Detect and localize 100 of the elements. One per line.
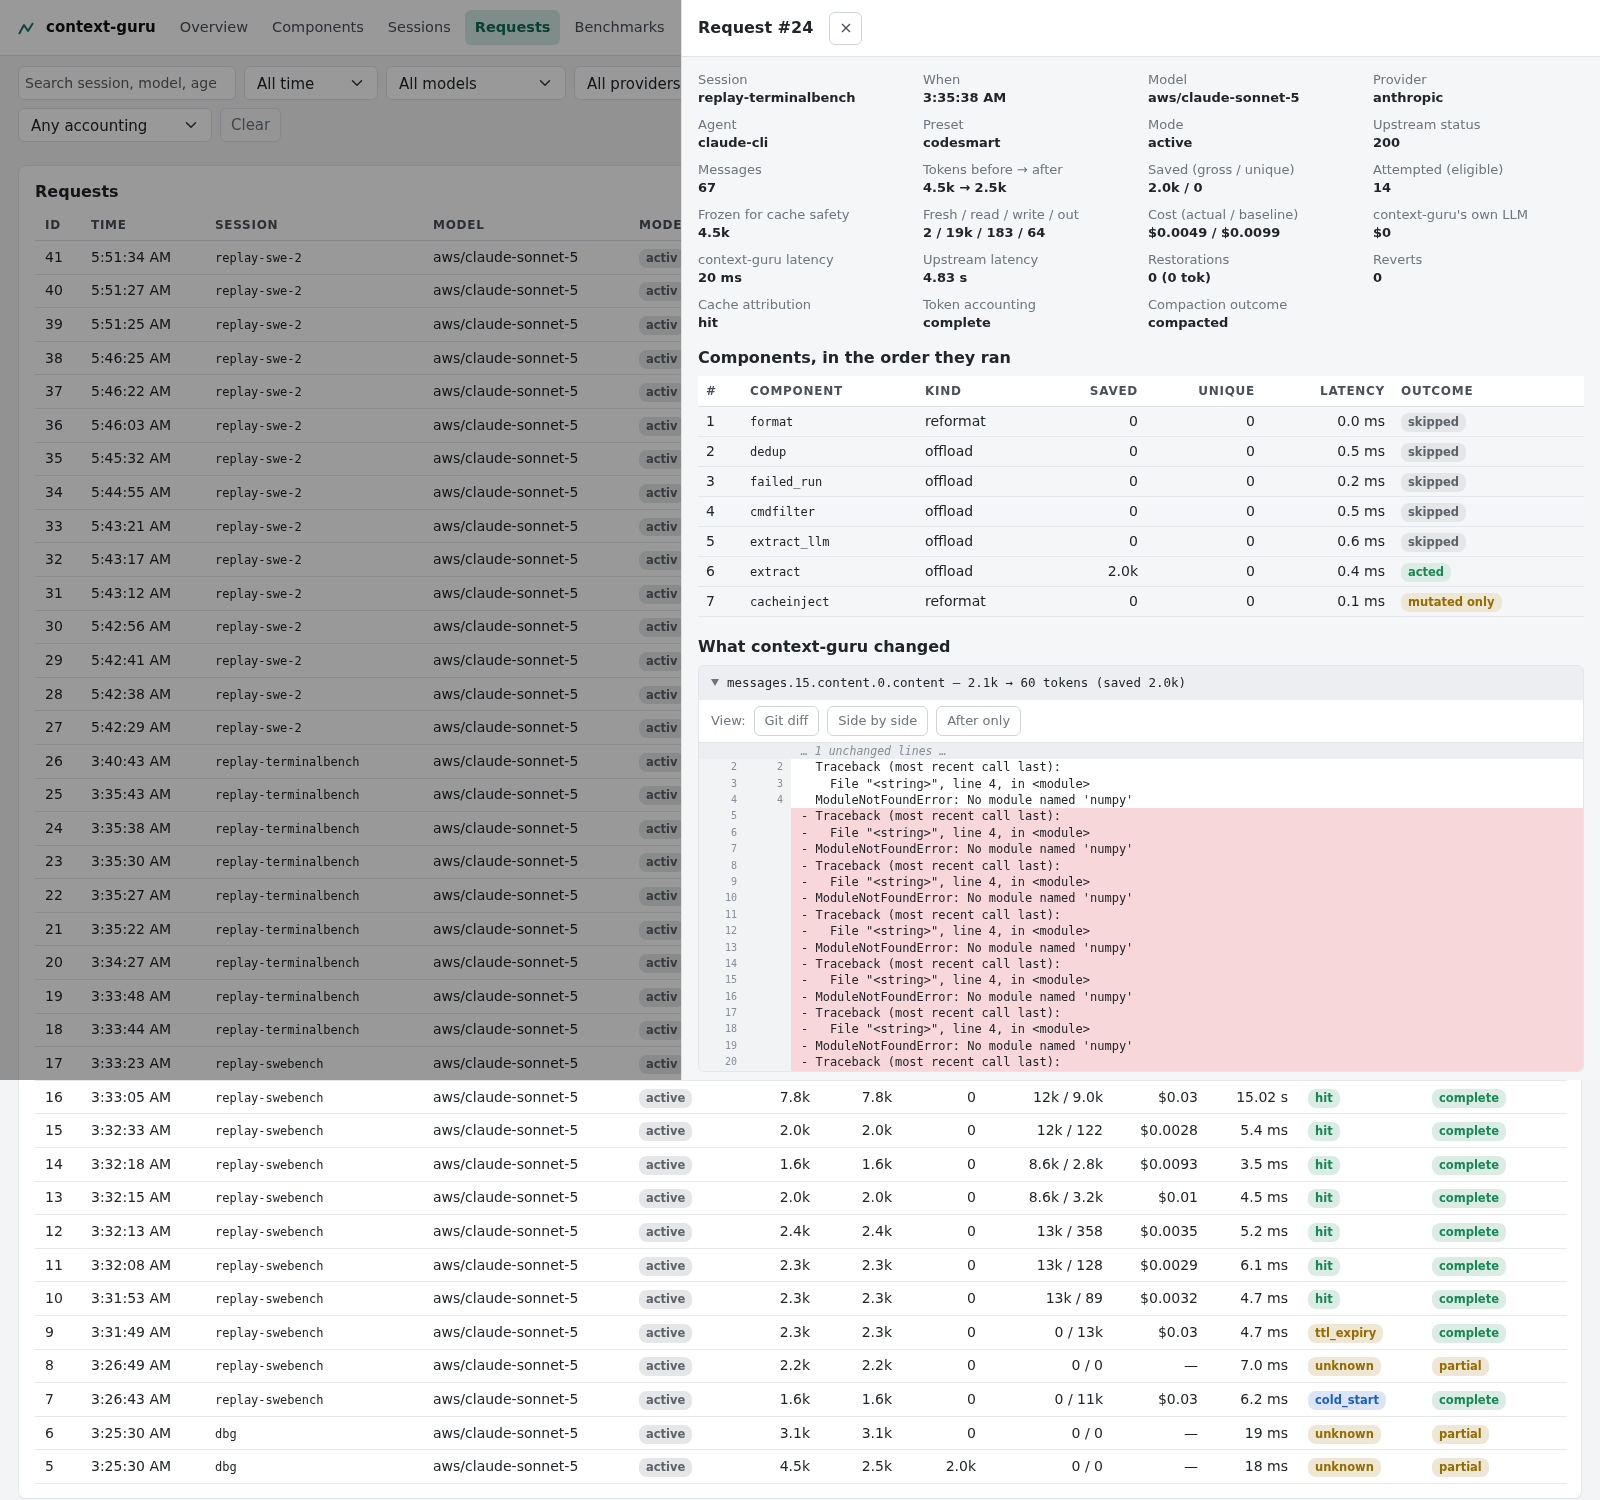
id-cell: 28: [45, 685, 63, 702]
id-cell: 13: [45, 1189, 63, 1206]
field-value: 67: [698, 178, 718, 197]
nav-link[interactable]: Sessions: [377, 9, 461, 46]
unique-value: 0: [1246, 532, 1255, 549]
status-badge: hit: [1308, 1223, 1340, 1242]
table-cell: 3.1k: [861, 1424, 892, 1441]
table-cell: 0: [967, 1189, 976, 1206]
session-cell: replay-terminalbench: [215, 821, 360, 836]
column-header: UNIQUE: [1146, 375, 1263, 407]
brand-name[interactable]: context-guru: [46, 16, 156, 39]
id-cell: 19: [45, 987, 63, 1004]
status-badge: complete: [1432, 1391, 1506, 1410]
table-cell: 0 / 11k: [1054, 1391, 1103, 1407]
model-cell: aws/claude-sonnet-5: [433, 1189, 579, 1206]
time-cell: 5:43:21 AM: [91, 517, 172, 534]
field-label: Compaction outcome: [1148, 296, 1289, 314]
nav-link[interactable]: Components: [262, 9, 374, 46]
nav-link[interactable]: Benchmarks: [564, 9, 675, 46]
time-cell: 3:32:15 AM: [91, 1189, 172, 1206]
time-cell: 5:42:38 AM: [91, 685, 172, 702]
session-cell: replay-swebench: [215, 1359, 324, 1374]
session-cell: replay-swebench: [215, 1090, 324, 1105]
component-name: cmdfilter: [750, 504, 816, 519]
column-header: SESSION: [205, 210, 423, 241]
table-cell: 8.6k / 2.8k: [1028, 1155, 1103, 1172]
table-cell: 12k / 9.0k: [1033, 1088, 1103, 1105]
time-cell: 3:25:30 AM: [91, 1458, 172, 1475]
outcome-badge: skipped: [1401, 442, 1466, 462]
status-badge: complete: [1432, 1290, 1506, 1310]
status-badge: hit: [1308, 1088, 1340, 1108]
outcome-badge: skipped: [1401, 502, 1466, 522]
row-number: 2: [706, 442, 715, 459]
table-cell: 4.7 ms: [1240, 1323, 1288, 1340]
table-cell: 1.6k: [779, 1391, 810, 1407]
unique-value: 0: [1246, 472, 1255, 489]
field-value: 2.0k / 0: [1148, 178, 1204, 197]
diff-header[interactable]: messages.15.content.0.content — 2.1k → 60 tokens (saved 2.0k): [699, 665, 1583, 701]
nav-link[interactable]: Overview: [169, 9, 259, 46]
model-cell: aws/claude-sonnet-5: [433, 383, 579, 400]
table-cell: 2.2k: [861, 1357, 892, 1374]
nav-link[interactable]: Requests: [464, 9, 561, 46]
session-cell: replay-terminalbench: [215, 956, 360, 971]
id-cell: 39: [45, 316, 63, 332]
unique-value: 0: [1246, 562, 1255, 579]
field-label: Model: [1148, 71, 1189, 89]
status-badge: complete: [1432, 1189, 1506, 1209]
session-cell: replay-terminalbench: [215, 889, 360, 904]
close-button[interactable]: [829, 11, 863, 45]
status-badge: ttl_expiry: [1308, 1323, 1384, 1343]
search-field[interactable]: Search session, model, age: [18, 66, 236, 100]
zigzag-logo-icon: [18, 20, 34, 35]
session-cell: replay-swe-2: [215, 351, 302, 366]
session-cell: replay-swe-2: [215, 687, 302, 702]
view-toggle[interactable]: Side by side: [827, 706, 929, 736]
table-cell: 0: [967, 1357, 976, 1374]
component-kind: reformat: [925, 592, 986, 609]
table-cell: —: [1184, 1458, 1198, 1475]
table-cell: 2.0k: [779, 1122, 810, 1139]
field-label: Restorations: [1148, 251, 1231, 269]
line-number: 15: [699, 972, 745, 989]
table-cell: 2.0k: [861, 1122, 892, 1139]
table-cell: 0: [967, 1155, 976, 1172]
session-cell: replay-swebench: [215, 1258, 324, 1273]
mode-badge: active: [639, 1424, 693, 1444]
id-cell: 7: [45, 1391, 54, 1407]
time-cell: 5:51:27 AM: [91, 282, 172, 299]
collapsed-lines-note: … 1 unchanged lines …: [799, 742, 947, 760]
filter-dropdown[interactable]: All time: [244, 66, 378, 100]
table-cell: —: [1184, 1424, 1198, 1441]
field-label: context-guru's own LLM: [1373, 206, 1529, 224]
field-value: codesmart: [923, 133, 1002, 152]
table-cell: 19 ms: [1244, 1424, 1288, 1441]
id-cell: 34: [45, 483, 63, 500]
saved-value: 0: [1129, 412, 1138, 429]
model-cell: aws/claude-sonnet-5: [433, 1424, 579, 1441]
time-cell: 3:33:05 AM: [91, 1088, 172, 1105]
component-kind: reformat: [925, 412, 986, 429]
time-cell: 3:31:53 AM: [91, 1290, 172, 1307]
id-cell: 9: [45, 1323, 54, 1340]
filter-dropdown[interactable]: Any accounting: [18, 108, 212, 142]
table-cell: $0.0035: [1140, 1223, 1198, 1239]
table-cell: $0.03: [1157, 1391, 1198, 1407]
latency-value: 0.2 ms: [1337, 472, 1385, 489]
clear-button[interactable]: Clear: [220, 108, 282, 142]
model-cell: aws/claude-sonnet-5: [433, 1256, 579, 1273]
model-cell: aws/claude-sonnet-5: [433, 1357, 579, 1374]
table-cell: 2.3k: [779, 1323, 810, 1340]
view-toggle[interactable]: After only: [936, 706, 1022, 736]
model-cell: aws/claude-sonnet-5: [433, 450, 579, 467]
session-cell: replay-terminalbench: [215, 855, 360, 870]
field-value: $0: [1373, 223, 1393, 242]
session-cell: replay-swe-2: [215, 553, 302, 568]
filter-dropdown[interactable]: All models: [386, 66, 566, 100]
table-cell: $0.0029: [1140, 1256, 1198, 1273]
column-header: OUTCOME: [1393, 375, 1584, 407]
table-cell: 12k / 122: [1036, 1122, 1103, 1139]
line-number: 10: [699, 890, 745, 907]
model-cell: aws/claude-sonnet-5: [433, 651, 579, 668]
view-toggle[interactable]: Git diff: [753, 706, 820, 736]
